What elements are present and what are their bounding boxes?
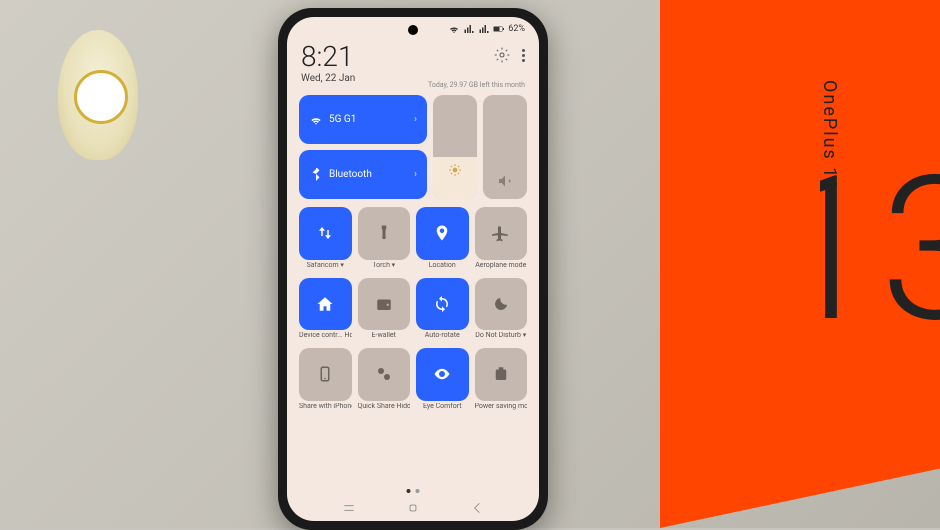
home-nav-icon[interactable]	[406, 501, 420, 515]
phone-frame: 62% 8:21 Wed, 22 Jan Today, 29.97 GB lef…	[278, 8, 548, 530]
tile-label: Auto-rotate	[416, 332, 469, 340]
wifi-icon	[309, 113, 323, 127]
tile-label: Power saving mode	[475, 403, 528, 411]
tile-label: Torch ▾	[358, 262, 411, 270]
tile-label: Location	[416, 262, 469, 270]
page-indicator	[407, 489, 420, 493]
navigation-bar	[287, 501, 539, 515]
battery-icon	[493, 23, 505, 35]
settings-icon[interactable]	[494, 47, 510, 63]
signal-icon-2	[478, 23, 490, 35]
tile-label: Share with iPhone	[299, 403, 352, 411]
tile-torch[interactable]: Torch ▾	[358, 207, 411, 260]
home-icon	[316, 295, 334, 313]
wifi-icon	[448, 23, 460, 35]
tile-label: Safaricom ▾	[299, 262, 352, 270]
tile-eyecomfort[interactable]: Eye Comfort	[416, 348, 469, 401]
rotate-icon	[433, 295, 451, 313]
tile-share-iphone[interactable]: Share with iPhone	[299, 348, 352, 401]
tile-label: Aeroplane mode	[475, 262, 528, 270]
wifi-label: 5G G1	[329, 114, 408, 125]
more-icon[interactable]	[522, 49, 525, 62]
tile-label: Do Not Disturb ▾	[475, 332, 528, 340]
plane-icon	[492, 224, 510, 242]
back-icon[interactable]	[470, 501, 484, 515]
front-camera	[408, 25, 418, 35]
tile-dnd[interactable]: Do Not Disturb ▾	[475, 278, 528, 331]
tile-label: Quick Share Hidden	[358, 403, 411, 411]
torch-icon	[375, 224, 393, 242]
clock-date: Wed, 22 Jan	[301, 73, 355, 84]
bluetooth-icon	[309, 168, 323, 182]
tile-label: E-wallet	[358, 332, 411, 340]
recents-icon[interactable]	[342, 501, 356, 515]
share-icon	[316, 365, 334, 383]
battery-saver-icon	[492, 365, 510, 383]
wallet-icon	[375, 295, 393, 313]
tile-autorotate[interactable]: Auto-rotate	[416, 278, 469, 331]
box-number: 13	[820, 20, 940, 480]
tile-location[interactable]: Location	[416, 207, 469, 260]
tile-ewallet[interactable]: E-wallet	[358, 278, 411, 331]
tile-mobile-data[interactable]: Safaricom ▾	[299, 207, 352, 260]
data-usage-text: Today, 29.97 GB left this month	[428, 81, 525, 89]
tile-quickshare[interactable]: Quick Share Hidden	[358, 348, 411, 401]
bluetooth-label: Bluetooth	[329, 169, 408, 180]
clock-time: 8:21	[301, 43, 355, 71]
status-bar: 62%	[448, 23, 525, 35]
eye-icon	[433, 365, 451, 383]
brightness-slider[interactable]	[433, 95, 477, 199]
arrows-updown-icon	[316, 224, 334, 242]
desk-clock	[58, 30, 138, 160]
quickshare-icon	[375, 365, 393, 383]
battery-percent: 62%	[508, 24, 525, 34]
tile-label: Device contr... Home	[299, 332, 352, 340]
bluetooth-tile[interactable]: Bluetooth ›	[299, 150, 427, 199]
volume-slider[interactable]	[483, 95, 527, 199]
tile-label: Eye Comfort	[416, 403, 469, 411]
pin-icon	[433, 224, 451, 242]
tile-powersaving[interactable]: Power saving mode	[475, 348, 528, 401]
phone-screen[interactable]: 62% 8:21 Wed, 22 Jan Today, 29.97 GB lef…	[287, 17, 539, 521]
chevron-right-icon[interactable]: ›	[414, 169, 417, 180]
tile-airplane[interactable]: Aeroplane mode	[475, 207, 528, 260]
moon-icon	[492, 295, 510, 313]
signal-icon	[463, 23, 475, 35]
wifi-tile[interactable]: 5G G1 ›	[299, 95, 427, 144]
brightness-icon	[448, 163, 462, 177]
tile-device-control[interactable]: Device contr... Home	[299, 278, 352, 331]
chevron-right-icon[interactable]: ›	[414, 114, 417, 125]
volume-mute-icon	[497, 173, 513, 189]
